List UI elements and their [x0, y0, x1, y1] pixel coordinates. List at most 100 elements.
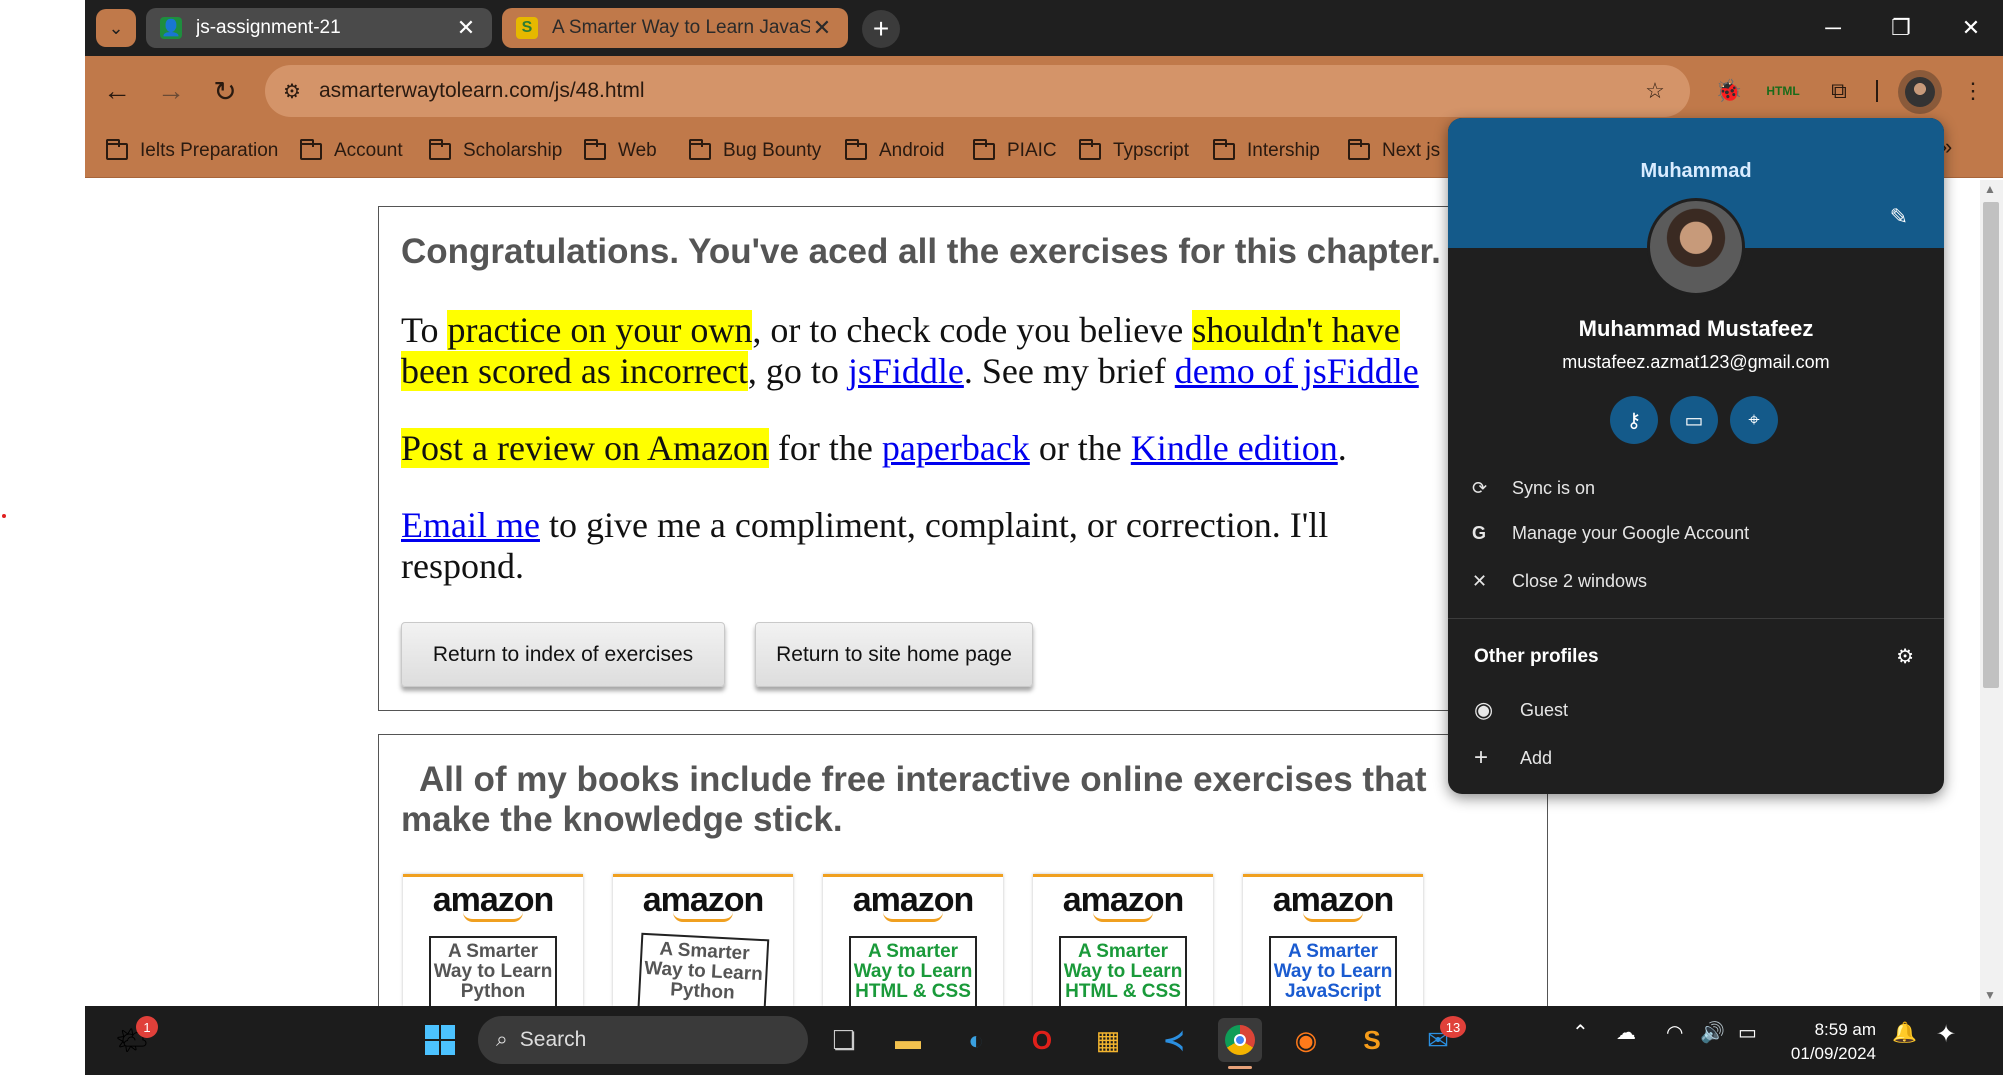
back-button[interactable]: ← — [96, 70, 138, 112]
account-circle-icon: ◉ — [1474, 697, 1494, 722]
volume-icon[interactable]: 🔊 — [1700, 1020, 1725, 1045]
book-cover: A Smarter Way to Learn Python — [429, 936, 557, 1006]
task-view-icon[interactable]: ❏ — [822, 1018, 866, 1062]
tab-js-assignment[interactable]: 👤 js-assignment-21 ✕ — [146, 8, 492, 48]
bookmark-folder[interactable]: Typscript — [1079, 133, 1189, 169]
text: . See my brief — [963, 351, 1175, 391]
extensions-puzzle-icon[interactable]: ⧉ — [1820, 72, 1858, 110]
bookmark-folder[interactable]: Scholarship — [429, 133, 562, 169]
windows-start-icon[interactable] — [418, 1018, 462, 1062]
guest-profile-item[interactable]: ◉ Guest — [1474, 690, 1568, 730]
passwords-key-icon[interactable]: ⚷ — [1610, 396, 1658, 444]
amazon-book-link[interactable]: amazon A Smarter Way to Learn HTML & CSS — [1033, 874, 1213, 1006]
paperback-link[interactable]: paperback — [882, 428, 1030, 468]
folder-icon — [429, 138, 451, 160]
chrome-icon[interactable] — [1218, 1018, 1262, 1062]
onedrive-cloud-icon[interactable]: ☁ — [1616, 1020, 1636, 1045]
menu-label: Manage your Google Account — [1512, 522, 1750, 543]
folder-icon — [1079, 138, 1101, 160]
book-cover: A Smarter Way to Learn Python — [636, 932, 770, 1006]
copilot-icon[interactable]: ✦ — [1936, 1020, 1956, 1049]
bookmark-folder[interactable]: Next js — [1348, 133, 1440, 169]
firefox-icon[interactable]: ◉ — [1284, 1018, 1328, 1062]
battery-icon[interactable]: ▭ — [1738, 1020, 1757, 1045]
close-tab-icon[interactable]: ✕ — [454, 15, 478, 41]
wifi-icon[interactable]: ◠ — [1666, 1020, 1683, 1045]
text: . — [1337, 428, 1347, 468]
close-windows-item[interactable]: ✕ Close 2 windows — [1472, 561, 1647, 601]
opera-icon[interactable]: O — [1020, 1018, 1064, 1062]
windows-logo — [425, 1025, 455, 1055]
bookmark-star-icon[interactable]: ☆ — [1636, 72, 1674, 110]
demo-jsfiddle-link[interactable]: demo of jsFiddle — [1175, 351, 1419, 391]
manage-google-account-item[interactable]: G Manage your Google Account — [1472, 513, 1749, 553]
scroll-up-icon[interactable]: ▲ — [1984, 182, 1996, 196]
edge-icon[interactable]: ◐ — [954, 1018, 998, 1062]
bookmark-folder[interactable]: Web — [584, 133, 657, 169]
close-window-button[interactable]: ✕ — [1946, 10, 1996, 46]
congrats-heading: Congratulations. You've aced all the exe… — [401, 232, 1441, 271]
amazon-book-link[interactable]: amazon A Smarter Way to Learn HTML & CSS — [823, 874, 1003, 1006]
site-settings-icon[interactable]: ⚙ — [283, 79, 301, 104]
menu-label: Add — [1520, 747, 1553, 768]
forward-button[interactable]: → — [150, 70, 192, 112]
kindle-edition-link[interactable]: Kindle edition — [1131, 428, 1338, 468]
highlight: been scored as incorrect — [401, 351, 748, 391]
add-profile-item[interactable]: + Add — [1474, 738, 1552, 778]
taskbar-search[interactable]: ⌕ Search — [478, 1016, 808, 1064]
system-clock[interactable]: 8:59 am 01/09/2024 — [1786, 1018, 1876, 1066]
tab-title: A Smarter Way to Learn JavaScr — [552, 17, 810, 38]
menu-kebab-icon[interactable]: ⋮ — [1954, 72, 1992, 110]
clock-date: 01/09/2024 — [1790, 1044, 1876, 1063]
amazon-book-link[interactable]: amazon A Smarter Way to Learn Python — [613, 874, 793, 1006]
gear-icon[interactable]: ⚙ — [1896, 644, 1914, 669]
email-me-link[interactable]: Email me — [401, 505, 540, 545]
new-tab-button[interactable]: + — [862, 10, 900, 48]
books-heading: All of my books include free interactive… — [401, 760, 1427, 839]
bookmark-folder[interactable]: PIAIC — [973, 133, 1057, 169]
chrome-logo — [1225, 1025, 1255, 1055]
return-index-button[interactable]: Return to index of exercises — [401, 622, 725, 687]
payment-card-icon[interactable]: ▭ — [1670, 396, 1718, 444]
bookmark-folder[interactable]: Ielts Preparation — [106, 133, 278, 169]
amazon-logo: amazon — [852, 881, 975, 919]
bookmark-folder[interactable]: Intership — [1213, 133, 1320, 169]
google-classroom-icon: 👤 — [160, 17, 182, 39]
tab-smarter-way[interactable]: S A Smarter Way to Learn JavaScr ✕ — [502, 8, 848, 48]
microsoft-store-icon[interactable]: ▦ — [1086, 1018, 1130, 1062]
bug-extension-icon[interactable]: 🐞 — [1710, 72, 1748, 110]
folder-icon — [689, 138, 711, 160]
practice-paragraph: To practice on your own, or to check cod… — [401, 310, 1541, 392]
amazon-book-link[interactable]: amazon A Smarter Way to Learn Python — [403, 874, 583, 1006]
reload-button[interactable]: ↻ — [204, 70, 246, 112]
address-bar[interactable]: ⚙ asmarterwaytolearn.com/js/48.html — [265, 65, 1690, 117]
sublime-text-icon[interactable]: S — [1350, 1018, 1394, 1062]
file-explorer-icon[interactable]: ▬ — [886, 1018, 930, 1062]
scrollbar-thumb[interactable] — [1983, 202, 1999, 688]
html-extension-icon[interactable]: HTML — [1764, 72, 1802, 110]
other-profiles-title: Other profiles — [1474, 646, 1599, 667]
url-text[interactable]: asmarterwaytolearn.com/js/48.html — [319, 79, 645, 103]
bookmark-folder[interactable]: Bug Bounty — [689, 133, 821, 169]
bookmark-folder[interactable]: Account — [300, 133, 403, 169]
folder-icon — [584, 138, 606, 160]
restore-button[interactable]: ❐ — [1876, 10, 1926, 46]
close-tab-icon[interactable]: ✕ — [810, 15, 834, 41]
minimize-button[interactable]: ─ — [1808, 10, 1858, 46]
edit-pencil-icon[interactable]: ✎ — [1890, 204, 1908, 230]
jsfiddle-link[interactable]: jsFiddle — [848, 351, 964, 391]
notification-bell-icon[interactable]: 🔔 — [1892, 1020, 1917, 1045]
vscode-icon[interactable]: ≺ — [1152, 1018, 1196, 1062]
scroll-down-icon[interactable]: ▼ — [1984, 988, 1996, 1002]
google-g-icon: G — [1472, 522, 1487, 543]
addresses-pin-icon[interactable]: ⌖ — [1730, 396, 1778, 444]
chevron-up-icon[interactable]: ⌃ — [1572, 1020, 1589, 1045]
sync-is-on-item[interactable]: ⟳ Sync is on — [1472, 468, 1595, 508]
profile-avatar-button[interactable] — [1898, 70, 1942, 114]
clock-time: 8:59 am — [1814, 1020, 1876, 1039]
tab-search-button[interactable]: ⌄ — [96, 9, 136, 47]
amazon-logo: amazon — [642, 881, 765, 919]
bookmark-folder[interactable]: Android — [845, 133, 945, 169]
amazon-book-link[interactable]: amazon A Smarter Way to Learn JavaScript — [1243, 874, 1423, 1006]
return-home-button[interactable]: Return to site home page — [755, 622, 1033, 687]
